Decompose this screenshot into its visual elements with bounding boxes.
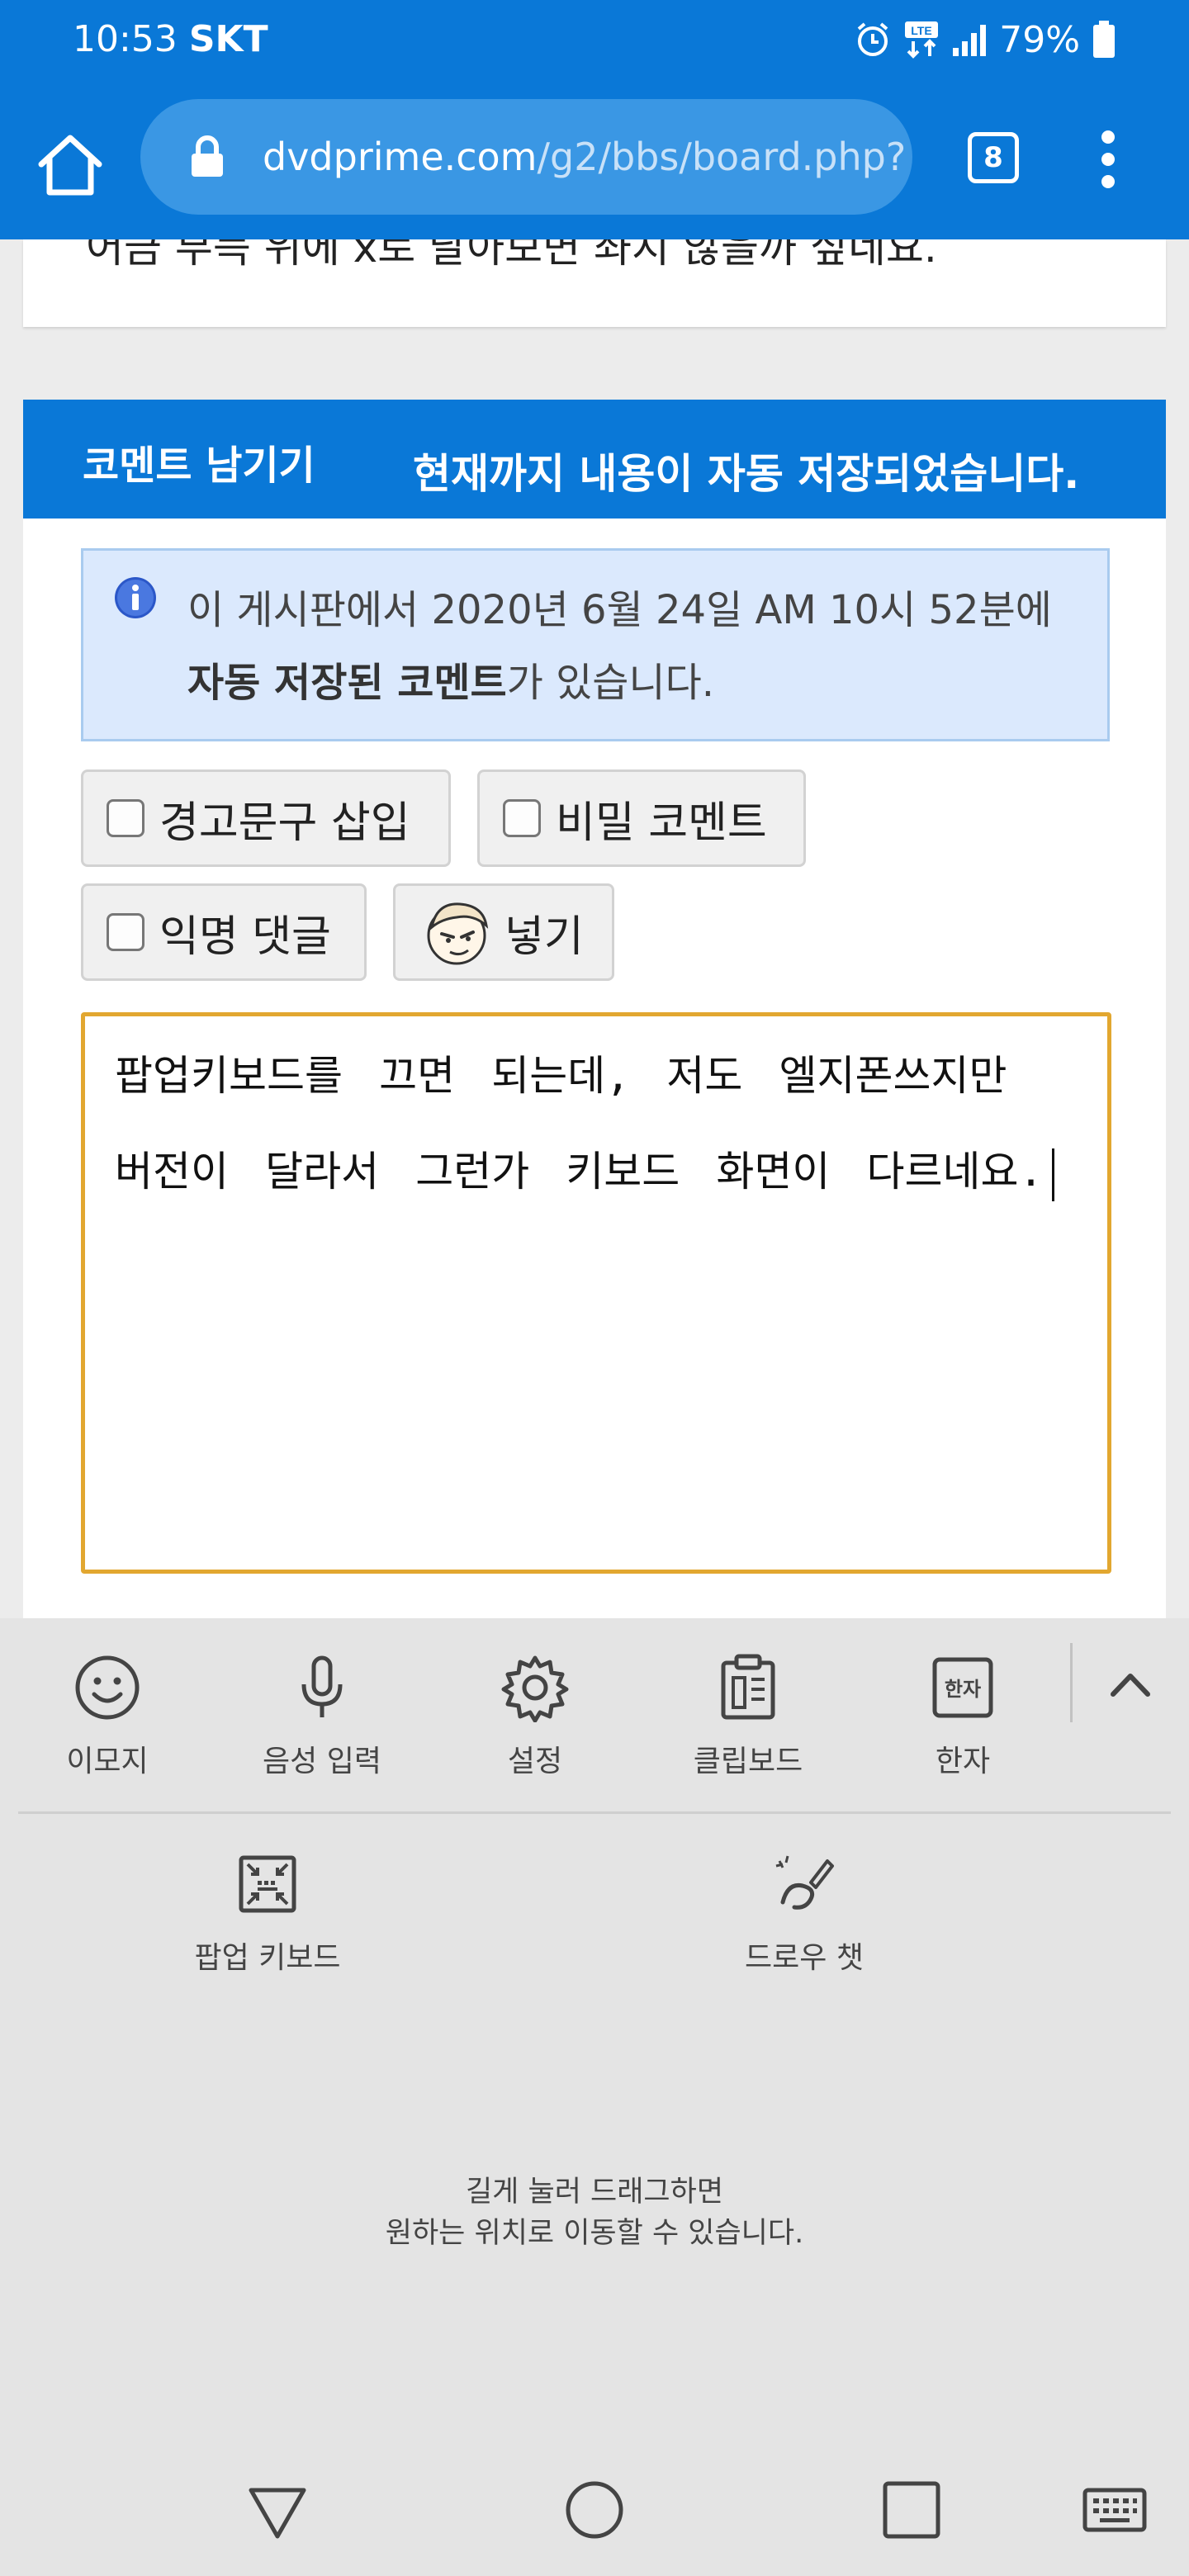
comment-form-title: 코멘트 남기기: [83, 443, 315, 489]
status-time: 10:53: [73, 18, 178, 60]
alarm-icon: [857, 22, 888, 56]
text-cursor: [1051, 1148, 1054, 1201]
warning-insert-label: 경고문구 삽입: [159, 798, 410, 848]
lock-icon: [192, 135, 223, 177]
status-carrier: SKT: [188, 18, 268, 60]
comment-form-header: 코멘트 남기기 현재까지 내용이 자동 저장되었습니다.: [23, 400, 1166, 519]
hanja-label: 한자: [935, 1745, 991, 1778]
recents-icon[interactable]: [879, 2477, 945, 2543]
microphone-icon: [301, 1655, 343, 1717]
hanja-button[interactable]: 한자 한자: [880, 1653, 1045, 1780]
warning-insert-option[interactable]: 경고문구 삽입: [81, 769, 451, 867]
draw-chat-icon: [775, 1855, 834, 1910]
lte-icon-label: LTE: [912, 24, 932, 37]
status-time-carrier: 10:53 SKT: [73, 18, 268, 61]
battery-percent: 79%: [999, 18, 1080, 61]
drag-hint: 길게 눌러 드래그하면 원하는 위치로 이동할 수 있습니다.: [0, 2171, 1189, 2254]
battery-icon: [1093, 21, 1115, 58]
keyboard-toolbar-panel: 이모지 음성 입력 설정 클립보드 한자 한자 팝업 키보드 드로우 챗 길게 …: [0, 1618, 1189, 2444]
browser-top-bar: 10:53 SKT LTE 79% dvdprime.com/g2/bbs/bo…: [0, 0, 1189, 239]
gear-icon: [501, 1655, 569, 1722]
toolbar-divider: [1070, 1643, 1073, 1722]
info-text-before: 이 게시판에서 2020년 6월 24일 AM 10시 52분에: [187, 587, 1052, 633]
hanja-icon: 한자: [932, 1657, 993, 1718]
insert-emoticon-button[interactable]: 넣기: [393, 883, 614, 981]
signal-icon: [953, 25, 987, 56]
info-text-bold: 자동 저장된 코멘트: [187, 660, 507, 706]
home-icon[interactable]: [33, 128, 107, 202]
comment-form: 코멘트 남기기 현재까지 내용이 자동 저장되었습니다. 이 게시판에서 202…: [23, 400, 1166, 1622]
chevron-up-icon[interactable]: [1106, 1663, 1154, 1706]
url-path: /g2/bbs/board.php?: [537, 135, 907, 179]
autosave-info-box[interactable]: 이 게시판에서 2020년 6월 24일 AM 10시 52분에 자동 저장된 …: [81, 548, 1110, 741]
panel-divider: [18, 1811, 1171, 1814]
autosave-info-text: 이 게시판에서 2020년 6월 24일 AM 10시 52분에 자동 저장된 …: [187, 574, 1087, 719]
draw-chat-button[interactable]: 드로우 챗: [722, 1849, 887, 1977]
keyboard-icon[interactable]: [1082, 2477, 1148, 2543]
browser-toolbar: dvdprime.com/g2/bbs/board.php? 8: [0, 99, 1189, 223]
comment-text: 팝업키보드를 끄면 되는데, 저도 엘지폰쓰지만 버전이 달라서 그런가 키보드…: [115, 1052, 1044, 1196]
comment-textarea[interactable]: 팝업키보드를 끄면 되는데, 저도 엘지폰쓰지만 버전이 달라서 그런가 키보드…: [81, 1012, 1111, 1574]
anonymous-reply-checkbox[interactable]: [107, 913, 144, 951]
info-icon: [115, 577, 156, 618]
previous-comment-card: 어금 부득 위에 x로 달아보면 좌지 않을까 싶네요.: [23, 239, 1166, 327]
overflow-menu-icon[interactable]: [1092, 130, 1125, 188]
status-bar: 10:53 SKT LTE 79%: [0, 0, 1189, 79]
hanja-icon-text: 한자: [945, 1678, 981, 1701]
clipboard-icon: [721, 1654, 775, 1720]
url-domain: dvdprime.com: [263, 135, 538, 179]
drag-hint-line2: 원하는 위치로 이동할 수 있습니다.: [385, 2217, 804, 2250]
popup-keyboard-label: 팝업 키보드: [194, 1941, 341, 1975]
previous-comment-text: 어금 부득 위에 x로 달아보면 좌지 않을까 싶네요.: [86, 239, 937, 272]
secret-comment-checkbox[interactable]: [503, 799, 541, 837]
voice-input-button[interactable]: 음성 입력: [239, 1653, 405, 1780]
settings-label: 설정: [507, 1745, 563, 1778]
address-bar[interactable]: dvdprime.com/g2/bbs/board.php?: [140, 99, 912, 215]
emoji-label: 이모지: [66, 1745, 149, 1778]
secret-comment-option[interactable]: 비밀 코멘트: [477, 769, 806, 867]
drag-hint-line1: 길게 눌러 드래그하면: [465, 2176, 724, 2209]
info-text-after: 가 있습니다.: [506, 660, 715, 706]
emoji-icon: [75, 1655, 140, 1720]
secret-comment-label: 비밀 코멘트: [556, 798, 767, 848]
status-icons: LTE 79%: [854, 18, 1116, 61]
system-navigation-bar: [0, 2444, 1189, 2576]
voice-input-label: 음성 입력: [263, 1745, 381, 1778]
draw-chat-label: 드로우 챗: [745, 1941, 864, 1975]
anonymous-reply-label: 익명 댓글: [159, 912, 331, 962]
autosave-notice: 현재까지 내용이 자동 저장되었습니다.: [413, 450, 1080, 498]
tab-switcher-button[interactable]: 8: [968, 132, 1019, 183]
clipboard-label: 클립보드: [693, 1745, 803, 1778]
settings-button[interactable]: 설정: [452, 1653, 618, 1780]
back-icon[interactable]: [244, 2477, 310, 2543]
emoticon-face-icon: [427, 902, 489, 965]
emoji-button[interactable]: 이모지: [25, 1653, 190, 1780]
popup-keyboard-icon: [239, 1855, 296, 1913]
insert-emoticon-label: 넣기: [504, 912, 584, 962]
lte-icon: LTE: [905, 21, 939, 59]
anonymous-reply-option[interactable]: 익명 댓글: [81, 883, 367, 981]
clipboard-button[interactable]: 클립보드: [666, 1653, 831, 1780]
popup-keyboard-button[interactable]: 팝업 키보드: [185, 1849, 350, 1977]
home-circle-icon[interactable]: [561, 2477, 628, 2543]
warning-insert-checkbox[interactable]: [107, 799, 144, 837]
address-url[interactable]: dvdprime.com/g2/bbs/board.php?: [263, 134, 906, 180]
